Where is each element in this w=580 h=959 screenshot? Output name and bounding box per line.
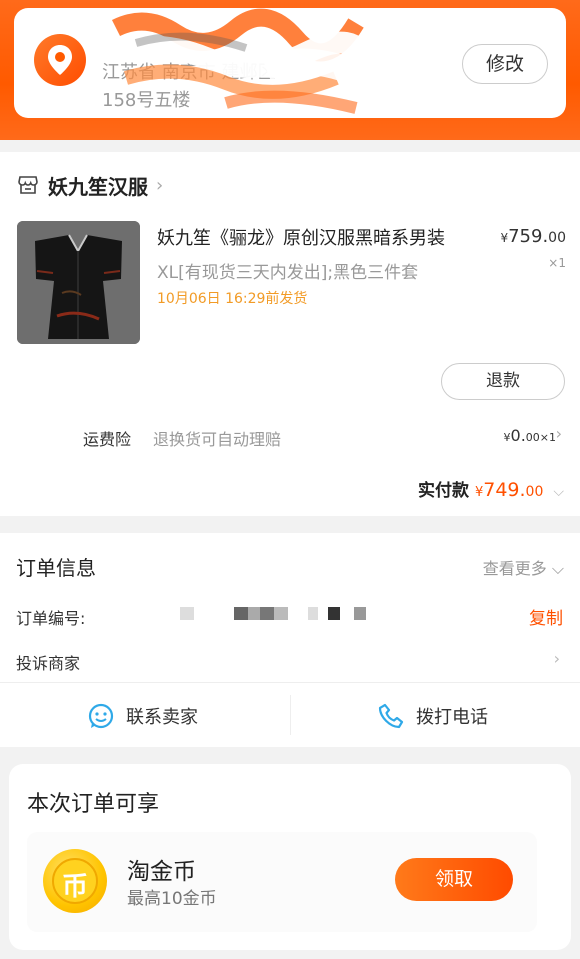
paid-amount-row[interactable]: 实付款 ¥749.00 ⌵ <box>418 476 564 501</box>
shipping-deadline: 10月06日 16:29前发货 <box>157 291 308 307</box>
edit-address-button[interactable]: 修改 <box>462 44 548 84</box>
address-card[interactable]: 江苏省 南京市 建邺区 158号五楼 修改 <box>14 8 566 118</box>
paid-label: 实付款 <box>417 481 469 501</box>
shipping-insurance-label: 运费险 <box>83 430 132 449</box>
benefit-subtitle: 最高10金币 <box>127 889 217 909</box>
paid-amount: ¥749.00 <box>474 479 544 501</box>
complain-merchant-link[interactable]: 投诉商家 <box>16 650 80 674</box>
taojinbi-benefit: 币 淘金币 最高10金币 领取 <box>27 832 537 932</box>
benefit-name: 淘金币 <box>127 859 196 885</box>
order-number-redacted <box>180 607 366 623</box>
product-sku: XL[有现货三天内发出];黑色三件套 <box>157 263 419 283</box>
order-card: 妖九笙汉服 › 妖九笙《骊龙》原创汉服黑暗系男装 ¥759.00 XL[有现货三… <box>0 152 580 516</box>
divider <box>0 682 580 683</box>
shop-name: 妖九笙汉服 <box>48 174 148 199</box>
product-thumbnail[interactable] <box>17 221 140 344</box>
copy-order-number-button[interactable]: 复制 <box>529 604 563 629</box>
order-number-label: 订单编号: <box>16 609 86 628</box>
contact-seller-label: 联系卖家 <box>126 707 198 728</box>
redaction-scribble <box>106 8 366 114</box>
location-pin-icon <box>34 34 86 86</box>
call-phone-button[interactable]: 拨打电话 <box>378 703 488 729</box>
chevron-right-icon[interactable]: › <box>554 649 560 668</box>
benefit-card: 本次订单可享 币 淘金币 最高10金币 领取 <box>9 764 571 950</box>
coin-icon: 币 <box>43 849 107 913</box>
product-title[interactable]: 妖九笙《骊龙》原创汉服黑暗系男装 <box>157 224 477 250</box>
store-icon <box>18 176 38 194</box>
claim-button[interactable]: 领取 <box>395 858 513 901</box>
shipping-insurance-price[interactable]: ¥0.00×1 <box>504 426 556 445</box>
benefit-title: 本次订单可享 <box>27 792 160 817</box>
chevron-right-icon: › <box>156 174 164 196</box>
chevron-down-icon: ⌵ <box>551 559 564 578</box>
view-more-link[interactable]: 查看更多 ⌵ <box>483 555 564 579</box>
shipping-insurance-desc: 退换货可自动理赔 <box>153 430 282 449</box>
product-quantity: ×1 <box>548 256 566 270</box>
order-info-card: 订单信息 查看更多 ⌵ 订单编号: 复制 投诉商家 › 联系卖家 拨打电话 <box>0 533 580 747</box>
contact-seller-button[interactable]: 联系卖家 <box>88 703 198 729</box>
chevron-down-icon: ⌵ <box>553 484 564 500</box>
order-info-title: 订单信息 <box>16 556 96 580</box>
chevron-right-icon[interactable]: › <box>556 424 562 443</box>
refund-button[interactable]: 退款 <box>441 363 565 400</box>
phone-icon <box>378 703 404 729</box>
chat-bubble-icon <box>88 703 114 729</box>
call-phone-label: 拨打电话 <box>416 707 488 728</box>
product-price: ¥759.00 <box>500 226 566 247</box>
shop-link[interactable]: 妖九笙汉服 › <box>18 172 164 199</box>
divider <box>290 695 291 735</box>
